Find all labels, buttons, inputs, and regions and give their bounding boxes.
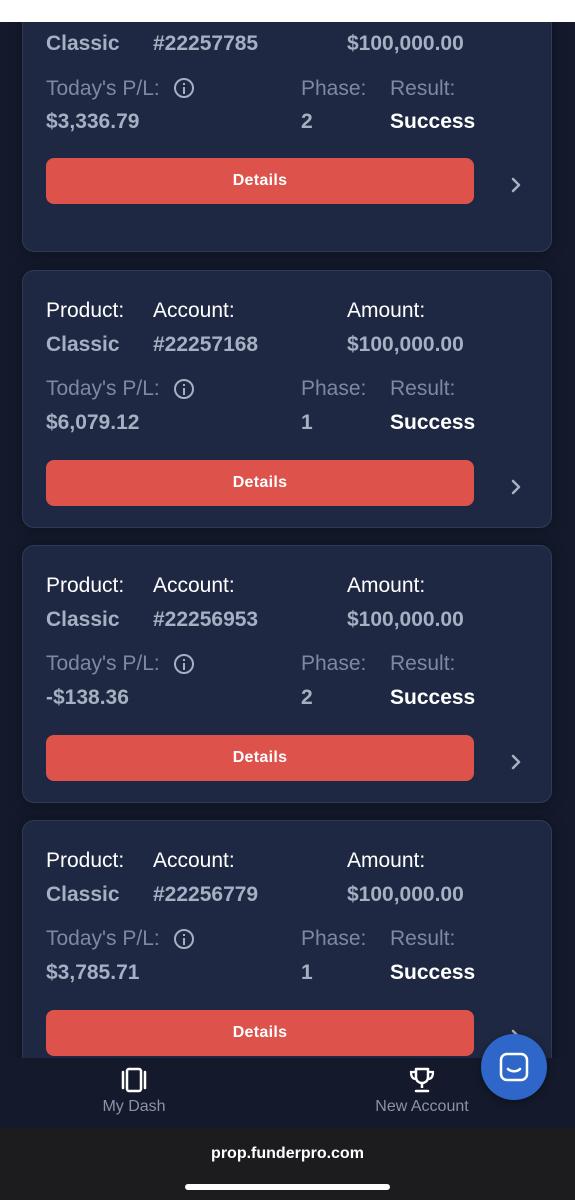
product-label: Product: <box>46 849 125 872</box>
result-value: Success <box>390 686 476 709</box>
phase-label: Phase: <box>301 377 367 400</box>
account-list[interactable]: Product: Account: Amount: Classic #22257… <box>0 22 575 1058</box>
amount-value: $100,000.00 <box>347 32 464 55</box>
home-indicator[interactable] <box>185 1184 390 1190</box>
todays-pl-label: Today's P/L: <box>46 652 160 675</box>
todays-pl-value: -$138.36 <box>46 686 129 709</box>
phase-value: 2 <box>301 110 313 133</box>
product-value: Classic <box>46 608 120 631</box>
todays-pl-label: Today's P/L: <box>46 927 160 950</box>
chevron-right-icon[interactable] <box>506 752 526 772</box>
product-label: Product: <box>46 574 125 597</box>
details-button[interactable]: Details <box>46 460 474 506</box>
todays-pl-value: $3,336.79 <box>46 110 140 133</box>
account-card: Product: Account: Amount: Classic #22256… <box>22 820 552 1058</box>
phase-label: Phase: <box>301 652 367 675</box>
result-value: Success <box>390 961 476 984</box>
result-label: Result: <box>390 377 456 400</box>
trophy-icon <box>409 1067 435 1093</box>
details-button[interactable]: Details <box>46 1010 474 1056</box>
chevron-right-icon[interactable] <box>506 477 526 497</box>
info-icon[interactable] <box>174 929 194 949</box>
chat-button[interactable] <box>481 1034 547 1100</box>
status-bar <box>0 0 575 22</box>
phase-label: Phase: <box>301 927 367 950</box>
product-label: Product: <box>46 299 125 322</box>
amount-label: Amount: <box>347 299 426 322</box>
details-button[interactable]: Details <box>46 735 474 781</box>
dashboard-icon <box>121 1067 147 1093</box>
amount-label: Amount: <box>347 574 426 597</box>
product-value: Classic <box>46 32 120 55</box>
amount-value: $100,000.00 <box>347 608 464 631</box>
nav-new-account-label: New Account <box>375 1098 469 1115</box>
amount-label: Amount: <box>347 22 425 24</box>
product-value: Classic <box>46 883 120 906</box>
account-card: Product: Account: Amount: Classic #22256… <box>22 545 552 803</box>
url-text[interactable]: prop.funderpro.com <box>0 1145 575 1163</box>
result-value: Success <box>390 110 476 133</box>
product-label: Product: <box>46 22 124 24</box>
phase-value: 2 <box>301 686 313 709</box>
account-number: #22256953 <box>153 608 259 631</box>
nav-new-account[interactable]: New Account <box>362 1066 482 1116</box>
info-icon[interactable] <box>174 78 194 98</box>
account-card: Product: Account: Amount: Classic #22257… <box>22 270 552 528</box>
todays-pl-value: $3,785.71 <box>46 961 140 984</box>
account-number: #22257785 <box>153 32 259 55</box>
todays-pl-value: $6,079.12 <box>46 411 140 434</box>
amount-label: Amount: <box>347 849 426 872</box>
chat-icon <box>499 1052 529 1082</box>
result-value: Success <box>390 411 476 434</box>
product-value: Classic <box>46 333 120 356</box>
account-number: #22257168 <box>153 333 259 356</box>
amount-value: $100,000.00 <box>347 333 464 356</box>
chevron-right-icon[interactable] <box>506 175 526 195</box>
todays-pl-label: Today's P/L: <box>46 377 160 400</box>
result-label: Result: <box>390 927 456 950</box>
account-label: Account: <box>153 574 235 597</box>
phase-value: 1 <box>301 411 313 434</box>
info-icon[interactable] <box>174 379 194 399</box>
amount-value: $100,000.00 <box>347 883 464 906</box>
details-button[interactable]: Details <box>46 158 474 204</box>
account-label: Account: <box>153 849 235 872</box>
account-label: Account: <box>153 299 235 322</box>
nav-my-dash[interactable]: My Dash <box>94 1066 174 1116</box>
nav-my-dash-label: My Dash <box>102 1098 166 1115</box>
info-icon[interactable] <box>174 654 194 674</box>
phase-label: Phase: <box>301 77 367 100</box>
browser-url-bar: prop.funderpro.com <box>0 1128 575 1200</box>
account-card: Product: Account: Amount: Classic #22257… <box>22 22 552 252</box>
todays-pl-label: Today's P/L: <box>46 77 160 100</box>
account-label: Account: <box>153 22 235 24</box>
phase-value: 1 <box>301 961 313 984</box>
result-label: Result: <box>390 77 456 100</box>
account-number: #22256779 <box>153 883 259 906</box>
result-label: Result: <box>390 652 456 675</box>
